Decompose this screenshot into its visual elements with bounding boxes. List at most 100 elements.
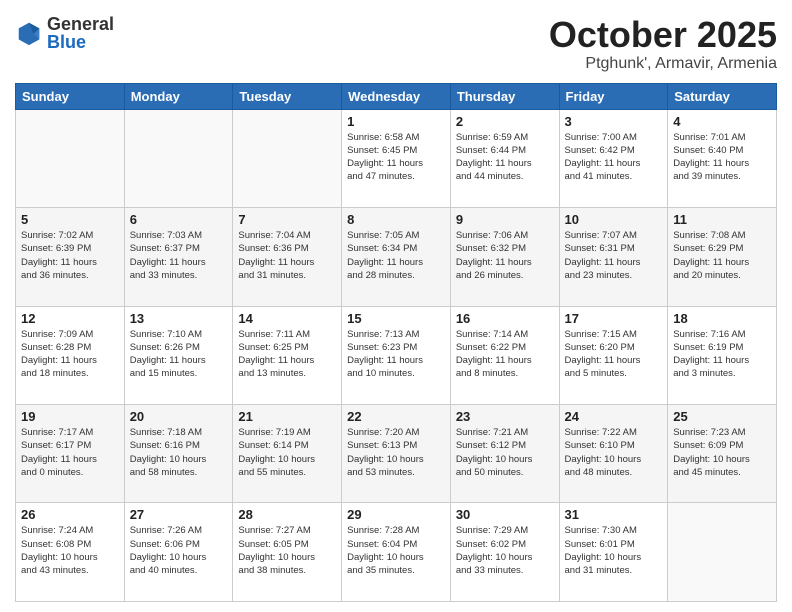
header: General Blue October 2025 Ptghunk', Arma… bbox=[15, 15, 777, 73]
day-number: 24 bbox=[565, 409, 663, 424]
table-row: 11 Sunrise: 7:08 AM Sunset: 6:29 PM Dayli… bbox=[668, 208, 777, 306]
day-number: 11 bbox=[673, 212, 771, 227]
col-friday: Friday bbox=[559, 83, 668, 109]
day-info: Sunrise: 7:10 AM Sunset: 6:26 PM Dayligh… bbox=[130, 328, 228, 381]
col-monday: Monday bbox=[124, 83, 233, 109]
table-row bbox=[233, 109, 342, 207]
table-row: 12 Sunrise: 7:09 AM Sunset: 6:28 PM Dayli… bbox=[16, 306, 125, 404]
day-number: 5 bbox=[21, 212, 119, 227]
day-info: Sunrise: 7:17 AM Sunset: 6:17 PM Dayligh… bbox=[21, 426, 119, 479]
day-number: 31 bbox=[565, 507, 663, 522]
table-row: 1Sunrise: 6:58 AM Sunset: 6:45 PM Daylig… bbox=[342, 109, 451, 207]
table-row: 15 Sunrise: 7:13 AM Sunset: 6:23 PM Dayli… bbox=[342, 306, 451, 404]
calendar-week-row: 19 Sunrise: 7:17 AM Sunset: 6:17 PM Dayli… bbox=[16, 405, 777, 503]
col-thursday: Thursday bbox=[450, 83, 559, 109]
day-info: Sunrise: 7:07 AM Sunset: 6:31 PM Dayligh… bbox=[565, 229, 663, 282]
table-row: 3Sunrise: 7:00 AM Sunset: 6:42 PM Daylig… bbox=[559, 109, 668, 207]
day-info: Sunrise: 7:21 AM Sunset: 6:12 PM Dayligh… bbox=[456, 426, 554, 479]
day-info: Sunrise: 7:23 AM Sunset: 6:09 PM Dayligh… bbox=[673, 426, 771, 479]
day-number: 19 bbox=[21, 409, 119, 424]
table-row: 19 Sunrise: 7:17 AM Sunset: 6:17 PM Dayli… bbox=[16, 405, 125, 503]
page: General Blue October 2025 Ptghunk', Arma… bbox=[0, 0, 792, 612]
day-number: 21 bbox=[238, 409, 336, 424]
calendar-week-row: 5 Sunrise: 7:02 AM Sunset: 6:39 PM Daylig… bbox=[16, 208, 777, 306]
day-info: Sunrise: 7:02 AM Sunset: 6:39 PM Dayligh… bbox=[21, 229, 119, 282]
day-info: Sunrise: 7:27 AM Sunset: 6:05 PM Dayligh… bbox=[238, 524, 336, 577]
day-number: 7 bbox=[238, 212, 336, 227]
col-sunday: Sunday bbox=[16, 83, 125, 109]
day-info: Sunrise: 7:19 AM Sunset: 6:14 PM Dayligh… bbox=[238, 426, 336, 479]
day-info: Sunrise: 7:24 AM Sunset: 6:08 PM Dayligh… bbox=[21, 524, 119, 577]
col-tuesday: Tuesday bbox=[233, 83, 342, 109]
day-info: Sunrise: 7:26 AM Sunset: 6:06 PM Dayligh… bbox=[130, 524, 228, 577]
table-row: 10 Sunrise: 7:07 AM Sunset: 6:31 PM Dayli… bbox=[559, 208, 668, 306]
table-row: 29 Sunrise: 7:28 AM Sunset: 6:04 PM Dayli… bbox=[342, 503, 451, 602]
day-number: 4 bbox=[673, 114, 771, 129]
table-row: 4 Sunrise: 7:01 AM Sunset: 6:40 PM Daylig… bbox=[668, 109, 777, 207]
day-number: 9 bbox=[456, 212, 554, 227]
table-row: 14 Sunrise: 7:11 AM Sunset: 6:25 PM Dayli… bbox=[233, 306, 342, 404]
day-info: Sunrise: 7:29 AM Sunset: 6:02 PM Dayligh… bbox=[456, 524, 554, 577]
title-month: October 2025 bbox=[549, 15, 777, 55]
day-info: Sunrise: 7:15 AM Sunset: 6:20 PM Dayligh… bbox=[565, 328, 663, 381]
table-row: 21 Sunrise: 7:19 AM Sunset: 6:14 PM Dayli… bbox=[233, 405, 342, 503]
day-info: Sunrise: 7:14 AM Sunset: 6:22 PM Dayligh… bbox=[456, 328, 554, 381]
day-number: 22 bbox=[347, 409, 445, 424]
day-info: Sunrise: 7:09 AM Sunset: 6:28 PM Dayligh… bbox=[21, 328, 119, 381]
day-info: Sunrise: 7:08 AM Sunset: 6:29 PM Dayligh… bbox=[673, 229, 771, 282]
table-row: 13Sunrise: 7:10 AM Sunset: 6:26 PM Dayli… bbox=[124, 306, 233, 404]
logo-text: General Blue bbox=[47, 15, 114, 51]
day-number: 1 bbox=[347, 114, 445, 129]
table-row: 31 Sunrise: 7:30 AM Sunset: 6:01 PM Dayli… bbox=[559, 503, 668, 602]
title-block: October 2025 Ptghunk', Armavir, Armenia bbox=[549, 15, 777, 73]
day-info: Sunrise: 7:01 AM Sunset: 6:40 PM Dayligh… bbox=[673, 131, 771, 184]
day-info: Sunrise: 7:20 AM Sunset: 6:13 PM Dayligh… bbox=[347, 426, 445, 479]
day-number: 17 bbox=[565, 311, 663, 326]
day-info: Sunrise: 7:13 AM Sunset: 6:23 PM Dayligh… bbox=[347, 328, 445, 381]
day-info: Sunrise: 7:04 AM Sunset: 6:36 PM Dayligh… bbox=[238, 229, 336, 282]
table-row: 2Sunrise: 6:59 AM Sunset: 6:44 PM Daylig… bbox=[450, 109, 559, 207]
table-row: 6 Sunrise: 7:03 AM Sunset: 6:37 PM Daylig… bbox=[124, 208, 233, 306]
calendar-header-row: Sunday Monday Tuesday Wednesday Thursday… bbox=[16, 83, 777, 109]
day-number: 26 bbox=[21, 507, 119, 522]
day-info: Sunrise: 7:03 AM Sunset: 6:37 PM Dayligh… bbox=[130, 229, 228, 282]
table-row: 8 Sunrise: 7:05 AM Sunset: 6:34 PM Daylig… bbox=[342, 208, 451, 306]
logo-general: General bbox=[47, 15, 114, 33]
col-saturday: Saturday bbox=[668, 83, 777, 109]
day-info: Sunrise: 6:59 AM Sunset: 6:44 PM Dayligh… bbox=[456, 131, 554, 184]
title-location: Ptghunk', Armavir, Armenia bbox=[549, 55, 777, 73]
day-number: 29 bbox=[347, 507, 445, 522]
day-number: 23 bbox=[456, 409, 554, 424]
table-row: 22 Sunrise: 7:20 AM Sunset: 6:13 PM Dayli… bbox=[342, 405, 451, 503]
table-row: 16Sunrise: 7:14 AM Sunset: 6:22 PM Dayli… bbox=[450, 306, 559, 404]
day-info: Sunrise: 7:28 AM Sunset: 6:04 PM Dayligh… bbox=[347, 524, 445, 577]
col-wednesday: Wednesday bbox=[342, 83, 451, 109]
day-number: 25 bbox=[673, 409, 771, 424]
day-number: 10 bbox=[565, 212, 663, 227]
calendar-week-row: 12 Sunrise: 7:09 AM Sunset: 6:28 PM Dayli… bbox=[16, 306, 777, 404]
day-info: Sunrise: 7:30 AM Sunset: 6:01 PM Dayligh… bbox=[565, 524, 663, 577]
day-number: 6 bbox=[130, 212, 228, 227]
day-number: 14 bbox=[238, 311, 336, 326]
day-info: Sunrise: 7:11 AM Sunset: 6:25 PM Dayligh… bbox=[238, 328, 336, 381]
day-info: Sunrise: 7:22 AM Sunset: 6:10 PM Dayligh… bbox=[565, 426, 663, 479]
table-row: 24 Sunrise: 7:22 AM Sunset: 6:10 PM Dayli… bbox=[559, 405, 668, 503]
day-number: 15 bbox=[347, 311, 445, 326]
table-row: 5 Sunrise: 7:02 AM Sunset: 6:39 PM Daylig… bbox=[16, 208, 125, 306]
day-number: 28 bbox=[238, 507, 336, 522]
calendar-table: Sunday Monday Tuesday Wednesday Thursday… bbox=[15, 83, 777, 602]
day-number: 18 bbox=[673, 311, 771, 326]
day-number: 30 bbox=[456, 507, 554, 522]
table-row bbox=[16, 109, 125, 207]
day-number: 12 bbox=[21, 311, 119, 326]
day-info: Sunrise: 7:05 AM Sunset: 6:34 PM Dayligh… bbox=[347, 229, 445, 282]
logo: General Blue bbox=[15, 15, 114, 51]
day-info: Sunrise: 7:00 AM Sunset: 6:42 PM Dayligh… bbox=[565, 131, 663, 184]
day-number: 8 bbox=[347, 212, 445, 227]
day-number: 27 bbox=[130, 507, 228, 522]
table-row: 28 Sunrise: 7:27 AM Sunset: 6:05 PM Dayli… bbox=[233, 503, 342, 602]
table-row: 17 Sunrise: 7:15 AM Sunset: 6:20 PM Dayli… bbox=[559, 306, 668, 404]
table-row: 27 Sunrise: 7:26 AM Sunset: 6:06 PM Dayli… bbox=[124, 503, 233, 602]
table-row: 25 Sunrise: 7:23 AM Sunset: 6:09 PM Dayli… bbox=[668, 405, 777, 503]
table-row: 7 Sunrise: 7:04 AM Sunset: 6:36 PM Daylig… bbox=[233, 208, 342, 306]
